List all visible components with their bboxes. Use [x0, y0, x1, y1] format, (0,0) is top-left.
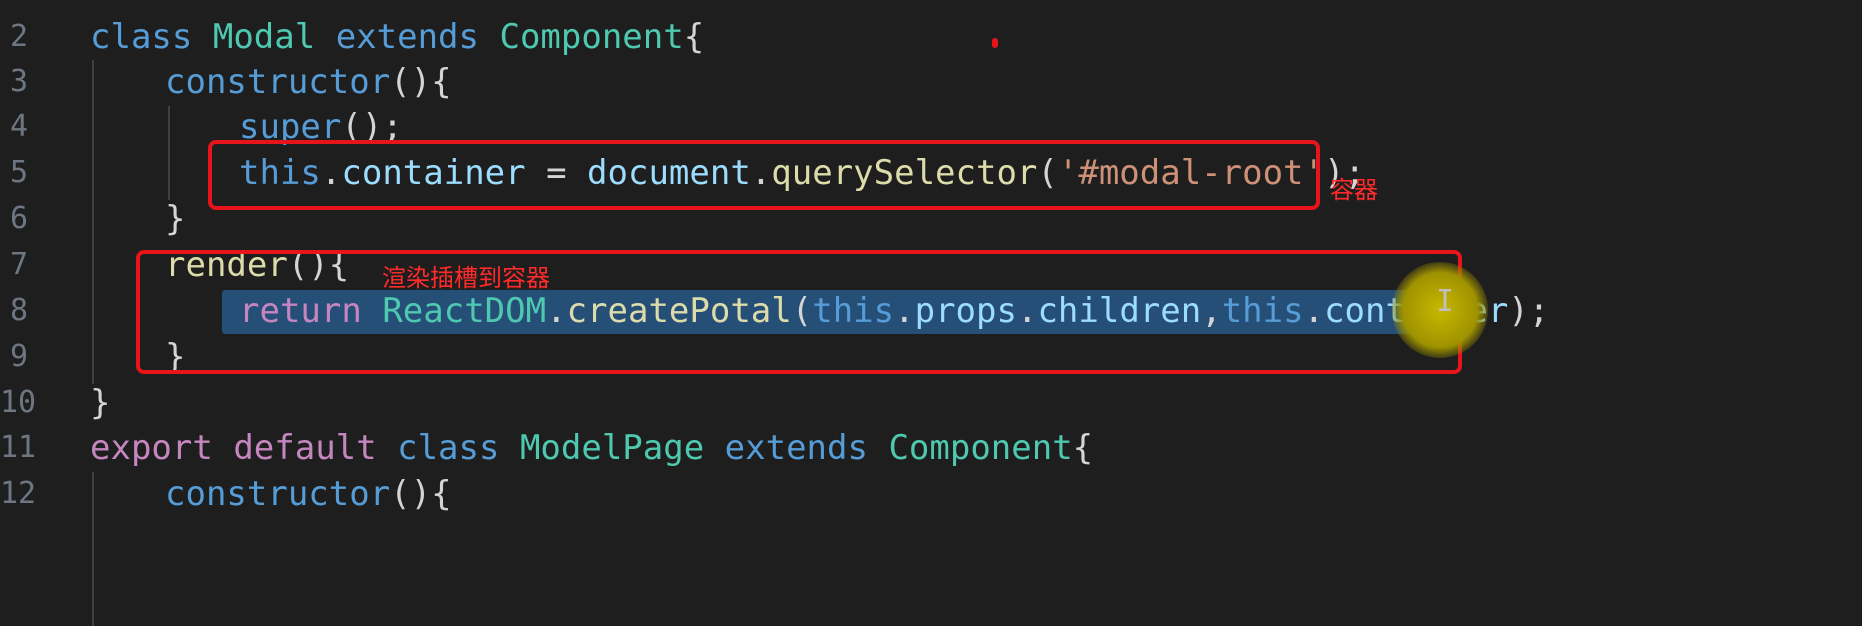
code-line-12: 12 constructor(){: [0, 467, 1862, 521]
code-editor[interactable]: 2 class Modal extends Component{ 3 const…: [0, 0, 1862, 626]
container-annotation-box: [208, 140, 1320, 210]
clipped-line: [0, 560, 1862, 614]
render-annotation-label: 渲染插槽到容器: [382, 264, 550, 292]
container-annotation-label: 容器: [1330, 176, 1378, 204]
ibeam-cursor-icon: I: [1436, 284, 1455, 319]
line-number: 12: [0, 476, 37, 511]
annotation-dot: [992, 38, 998, 48]
render-annotation-box: [136, 250, 1462, 374]
